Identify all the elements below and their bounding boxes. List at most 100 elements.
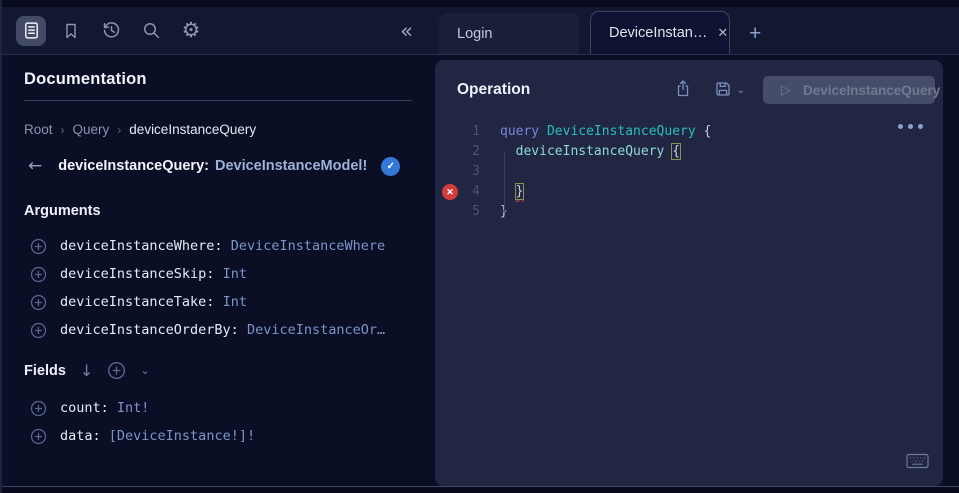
play-icon: ▷ [781, 83, 791, 98]
indent-guide [504, 152, 505, 212]
line-number: 3 [435, 162, 480, 182]
argument-row: deviceInstanceOrderBy: DeviceInstanceOr… [2, 316, 435, 344]
docs-toolbar: ⚙ « [2, 7, 435, 54]
fields-heading: Fields [24, 363, 66, 379]
bottom-status-strip [2, 486, 959, 493]
keyboard-icon [906, 457, 929, 472]
code-line: 2 deviceInstanceQuery { [435, 142, 943, 162]
field-signature-row: ← deviceInstanceQuery: DeviceInstanceMod… [28, 156, 400, 176]
argument-type[interactable]: Int [223, 266, 247, 282]
argument-name: deviceInstanceSkip: [60, 266, 223, 282]
field-name: data: [60, 428, 109, 444]
add-to-query-icon[interactable] [30, 238, 47, 255]
search-icon [142, 21, 161, 40]
add-to-query-icon[interactable] [30, 294, 47, 311]
field-row: count: Int! [2, 394, 435, 422]
breadcrumb-root[interactable]: Root [24, 122, 53, 137]
bookmarks-button[interactable] [56, 16, 86, 46]
search-button[interactable] [136, 16, 166, 46]
window-top-strip [2, 0, 959, 7]
field-signature-name: deviceInstanceQuery: [58, 158, 209, 174]
argument-name: deviceInstanceOrderBy: [60, 322, 247, 338]
gear-icon: ⚙ [182, 20, 201, 41]
graphql-ide-app: ⚙ « Login DeviceInstan… ✕ + Documentatio… [0, 0, 959, 493]
breadcrumb-query[interactable]: Query [73, 122, 110, 137]
code-line: 3 [435, 162, 943, 182]
save-options-chevron-icon[interactable]: ⌄ [737, 85, 745, 96]
fields-list: count: Int! data: [DeviceInstance!]! [2, 394, 435, 450]
add-all-fields-icon[interactable] [107, 361, 126, 380]
bookmark-icon [62, 22, 80, 40]
line-number: 1 [435, 122, 480, 142]
code-line: 5 } [435, 202, 943, 222]
tab-label: Login [457, 26, 492, 42]
token-brace: { [704, 124, 712, 139]
share-icon [674, 79, 692, 101]
history-icon [102, 21, 121, 40]
save-icon [714, 80, 732, 101]
tab-login[interactable]: Login [439, 13, 579, 54]
add-to-query-icon[interactable] [30, 266, 47, 283]
document-icon [22, 21, 41, 40]
operation-actions: ⌄ ▷ DeviceInstanceQuery [674, 76, 935, 104]
argument-type[interactable]: DeviceInstanceWhere [231, 238, 385, 254]
add-to-query-icon[interactable] [30, 322, 47, 339]
documentation-title: Documentation [24, 70, 147, 89]
query-editor[interactable]: 1 query DeviceInstanceQuery { 2 deviceIn… [435, 112, 943, 446]
close-tab-icon[interactable]: ✕ [717, 25, 728, 41]
argument-row: deviceInstanceTake: Int [2, 288, 435, 316]
add-to-query-icon[interactable] [30, 400, 47, 417]
breadcrumb-separator: › [117, 123, 121, 137]
verified-check-badge: ✓ [381, 157, 400, 176]
share-button[interactable] [674, 79, 692, 101]
breadcrumb-separator: › [61, 123, 65, 137]
fields-heading-row: Fields ↓ ⌄ [24, 361, 150, 380]
tab-bar: Login DeviceInstan… ✕ + [435, 7, 959, 54]
argument-name: deviceInstanceWhere: [60, 238, 231, 254]
breadcrumb: Root › Query › deviceInstanceQuery [24, 122, 256, 137]
token-brace-matched: { [672, 144, 680, 159]
argument-row: deviceInstanceSkip: Int [2, 260, 435, 288]
token-keyword: query [500, 124, 547, 139]
run-operation-label: DeviceInstanceQuery [803, 83, 940, 98]
field-signature-type[interactable]: DeviceInstanceModel! [215, 158, 367, 174]
collapse-panel-button[interactable]: « [400, 19, 413, 43]
keyboard-shortcuts-button[interactable] [906, 453, 929, 472]
schema-reference-button[interactable] [16, 16, 46, 46]
history-button[interactable] [96, 16, 126, 46]
field-type[interactable]: [DeviceInstance!]! [109, 428, 255, 444]
argument-name: deviceInstanceTake: [60, 294, 223, 310]
token-brace-error: } [516, 184, 524, 199]
operation-panel: Operation [435, 60, 943, 486]
divider [24, 100, 412, 101]
argument-type[interactable]: Int [223, 294, 247, 310]
tab-device-instance-query[interactable]: DeviceInstan… ✕ [590, 11, 730, 54]
field-row: data: [DeviceInstance!]! [2, 422, 435, 450]
field-name: count: [60, 400, 117, 416]
code-line-with-error: 4 } [435, 182, 943, 202]
run-operation-button[interactable]: ▷ DeviceInstanceQuery [763, 76, 935, 104]
argument-type[interactable]: DeviceInstanceOr… [247, 322, 385, 338]
token-operation-name: DeviceInstanceQuery [547, 124, 704, 139]
argument-row: deviceInstanceWhere: DeviceInstanceWhere [2, 232, 435, 260]
arguments-heading: Arguments [24, 203, 101, 219]
tab-label: DeviceInstan… [609, 25, 707, 41]
save-button[interactable] [714, 80, 732, 101]
add-tab-button[interactable]: + [749, 23, 761, 44]
chevron-down-icon[interactable]: ⌄ [140, 364, 149, 377]
back-arrow-icon[interactable]: ← [28, 156, 42, 176]
line-number: 2 [435, 142, 480, 162]
operation-title: Operation [457, 81, 530, 99]
code-line: 1 query DeviceInstanceQuery { [435, 122, 943, 142]
token-field-name: deviceInstanceQuery [516, 144, 673, 159]
error-badge-icon: ✕ [442, 184, 458, 200]
add-to-query-icon[interactable] [30, 428, 47, 445]
sort-descending-icon[interactable]: ↓ [80, 361, 93, 380]
field-type[interactable]: Int! [117, 400, 150, 416]
documentation-panel: Documentation Root › Query › deviceInsta… [2, 56, 435, 486]
operation-header: Operation [457, 76, 935, 104]
breadcrumb-current: deviceInstanceQuery [129, 122, 256, 137]
header-bar: ⚙ « Login DeviceInstan… ✕ + [2, 7, 959, 55]
line-number: 5 [435, 202, 480, 222]
settings-button[interactable]: ⚙ [176, 16, 206, 46]
